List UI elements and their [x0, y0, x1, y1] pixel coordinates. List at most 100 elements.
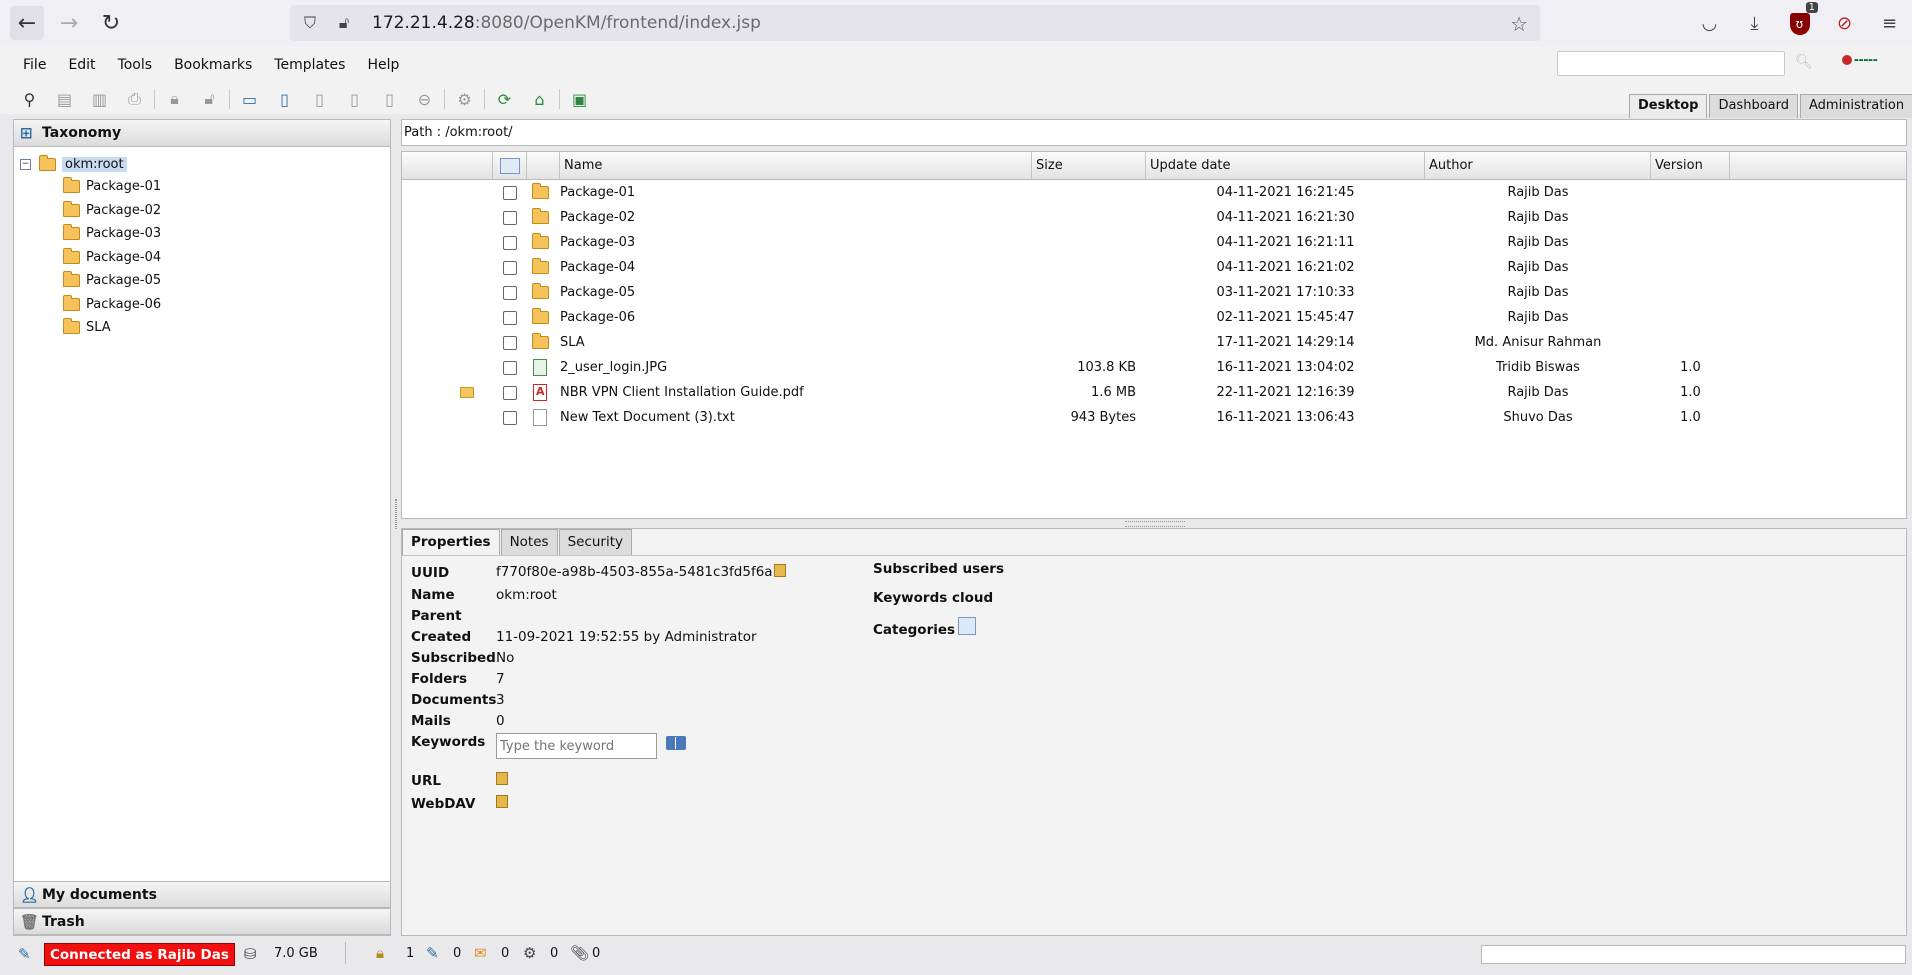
row-checkbox[interactable] — [503, 185, 517, 200]
row-checkbox[interactable] — [503, 210, 517, 225]
trash-header[interactable]: 🗑︎ Trash — [14, 908, 390, 935]
workflow-icon[interactable]: ⚙ — [447, 90, 482, 109]
tree-root-label[interactable]: okm:root — [62, 156, 127, 172]
table-row[interactable]: SLA 17-11-2021 14:29:14 Md. Anisur Rahman — [402, 330, 1906, 355]
column-name[interactable]: Name — [560, 152, 1032, 179]
tree-item[interactable]: SLA — [14, 316, 390, 340]
row-name[interactable]: Package-01 — [560, 185, 1032, 200]
find-icon[interactable]: ⚲ — [12, 90, 47, 109]
ublock-icon[interactable]: ʊ1 — [1777, 1, 1822, 35]
keyword-input[interactable] — [496, 733, 657, 759]
hamburger-menu-icon[interactable]: ≡ — [1867, 13, 1912, 34]
row-checkbox[interactable] — [503, 360, 517, 375]
copy-url-icon[interactable] — [496, 772, 508, 785]
unlock-icon[interactable]: 🔓︎ — [192, 89, 227, 109]
insecure-lock-icon[interactable]: 🔓︎ — [330, 13, 358, 33]
add-category-icon[interactable] — [958, 617, 976, 635]
export-icon[interactable]: ▣ — [562, 90, 597, 109]
tab-dashboard[interactable]: Dashboard — [1709, 94, 1798, 118]
menu-help[interactable]: Help — [356, 57, 410, 73]
workflow-tasks-icon[interactable]: ⚙ — [523, 944, 536, 962]
quick-search-input[interactable] — [1557, 51, 1785, 76]
tree-item[interactable]: Package-04 — [14, 246, 390, 270]
attachment-icon[interactable]: 📎︎ — [570, 944, 589, 962]
table-row[interactable]: Package-02 04-11-2021 16:21:30 Rajib Das — [402, 205, 1906, 230]
select-all-icon[interactable] — [499, 157, 520, 174]
table-row[interactable]: New Text Document (3).txt 943 Bytes 16-11-… — [402, 405, 1906, 430]
lock-icon[interactable]: 🔒︎ — [157, 89, 192, 109]
checkout-icon[interactable]: ▥ — [82, 90, 117, 109]
shield-icon[interactable]: ⛉ — [296, 13, 324, 33]
column-author[interactable]: Author — [1425, 152, 1651, 179]
column-update-date[interactable]: Update date — [1146, 152, 1425, 179]
remove-subscription-icon[interactable]: ⊖ — [407, 90, 442, 109]
tree-item[interactable]: Package-02 — [14, 199, 390, 223]
row-checkbox[interactable] — [503, 260, 517, 275]
column-version[interactable]: Version — [1651, 152, 1730, 179]
row-checkbox[interactable] — [503, 385, 517, 400]
row-name[interactable]: 2_user_login.JPG — [560, 360, 1032, 375]
table-row[interactable]: Package-01 04-11-2021 16:21:45 Rajib Das — [402, 180, 1906, 205]
address-bar[interactable]: ⛉ 🔓︎ 172.21.4.28:8080/OpenKM/frontend/in… — [290, 5, 1540, 41]
column-select[interactable] — [493, 152, 527, 179]
row-checkbox[interactable] — [503, 410, 517, 425]
column-type[interactable] — [527, 152, 560, 179]
add-subscription-icon[interactable]: ▯ — [372, 90, 407, 109]
checkout-documents-icon[interactable]: ✎ — [426, 944, 439, 962]
table-row[interactable]: Package-04 04-11-2021 16:21:02 Rajib Das — [402, 255, 1906, 280]
table-row[interactable]: Package-05 03-11-2021 17:10:33 Rajib Das — [402, 280, 1906, 305]
column-size[interactable]: Size — [1032, 152, 1146, 179]
extension-icon[interactable]: ⊘ — [1822, 13, 1867, 34]
vertical-splitter[interactable] — [393, 119, 401, 936]
delete-property-group-icon[interactable]: ▯ — [337, 90, 372, 109]
table-row[interactable]: NBR VPN Client Installation Guide.pdf 1.6… — [402, 380, 1906, 405]
tree-item[interactable]: Package-03 — [14, 222, 390, 246]
row-name[interactable]: SLA — [560, 335, 1032, 350]
forward-icon[interactable]: → — [52, 6, 86, 40]
row-name[interactable]: Package-03 — [560, 235, 1032, 250]
download-icon[interactable]: ⤓ — [1732, 13, 1777, 34]
row-name[interactable]: NBR VPN Client Installation Guide.pdf — [560, 385, 1032, 400]
tab-desktop[interactable]: Desktop — [1629, 94, 1708, 118]
tree-item[interactable]: Package-06 — [14, 293, 390, 317]
menu-bookmarks[interactable]: Bookmarks — [163, 57, 263, 73]
row-name[interactable]: Package-04 — [560, 260, 1032, 275]
home-icon[interactable]: ⌂ — [522, 90, 557, 109]
reload-icon[interactable]: ↻ — [94, 6, 128, 40]
tree-item[interactable]: Package-05 — [14, 269, 390, 293]
add-document-icon[interactable]: ▯ — [267, 90, 302, 109]
search-icon[interactable]: 🔍︎ — [1795, 54, 1813, 70]
edit-document-icon[interactable]: ▤ — [47, 90, 82, 109]
add-folder-icon[interactable]: ▭ — [232, 90, 267, 109]
row-checkbox[interactable] — [503, 310, 517, 325]
row-name[interactable]: Package-02 — [560, 210, 1032, 225]
tree-item[interactable]: Package-01 — [14, 175, 390, 199]
copy-uuid-icon[interactable] — [774, 564, 786, 577]
row-checkbox[interactable] — [503, 285, 517, 300]
tab-properties[interactable]: Properties — [402, 529, 500, 555]
collapse-icon[interactable]: − — [20, 158, 31, 170]
messages-icon[interactable]: ✉ — [474, 944, 487, 962]
back-icon[interactable]: ← — [10, 6, 44, 40]
my-documents-header[interactable]: 👤︎ My documents — [14, 881, 390, 908]
tab-security[interactable]: Security — [558, 529, 633, 555]
row-name[interactable]: New Text Document (3).txt — [560, 410, 1032, 425]
print-icon[interactable]: ⎙ — [117, 89, 152, 109]
refresh-icon[interactable]: ⟳ — [487, 90, 522, 109]
table-row[interactable]: Package-06 02-11-2021 15:45:47 Rajib Das — [402, 305, 1906, 330]
tab-notes[interactable]: Notes — [500, 529, 558, 555]
taxonomy-header[interactable]: ⊞ Taxonomy — [14, 120, 390, 147]
tab-administration[interactable]: Administration — [1799, 94, 1912, 118]
locked-documents-icon[interactable]: 🔒︎ — [376, 944, 384, 962]
bookmark-star-icon[interactable]: ☆ — [1510, 12, 1528, 36]
row-name[interactable]: Package-05 — [560, 285, 1032, 300]
row-checkbox[interactable] — [503, 335, 517, 350]
table-row[interactable]: Package-03 04-11-2021 16:21:11 Rajib Das — [402, 230, 1906, 255]
row-checkbox[interactable] — [503, 235, 517, 250]
thesaurus-icon[interactable] — [666, 736, 686, 750]
table-row[interactable]: 2_user_login.JPG 103.8 KB 16-11-2021 13:04… — [402, 355, 1906, 380]
menu-file[interactable]: File — [12, 57, 57, 73]
row-name[interactable]: Package-06 — [560, 310, 1032, 325]
menu-edit[interactable]: Edit — [57, 57, 106, 73]
tree-root[interactable]: − okm:root — [14, 153, 390, 175]
